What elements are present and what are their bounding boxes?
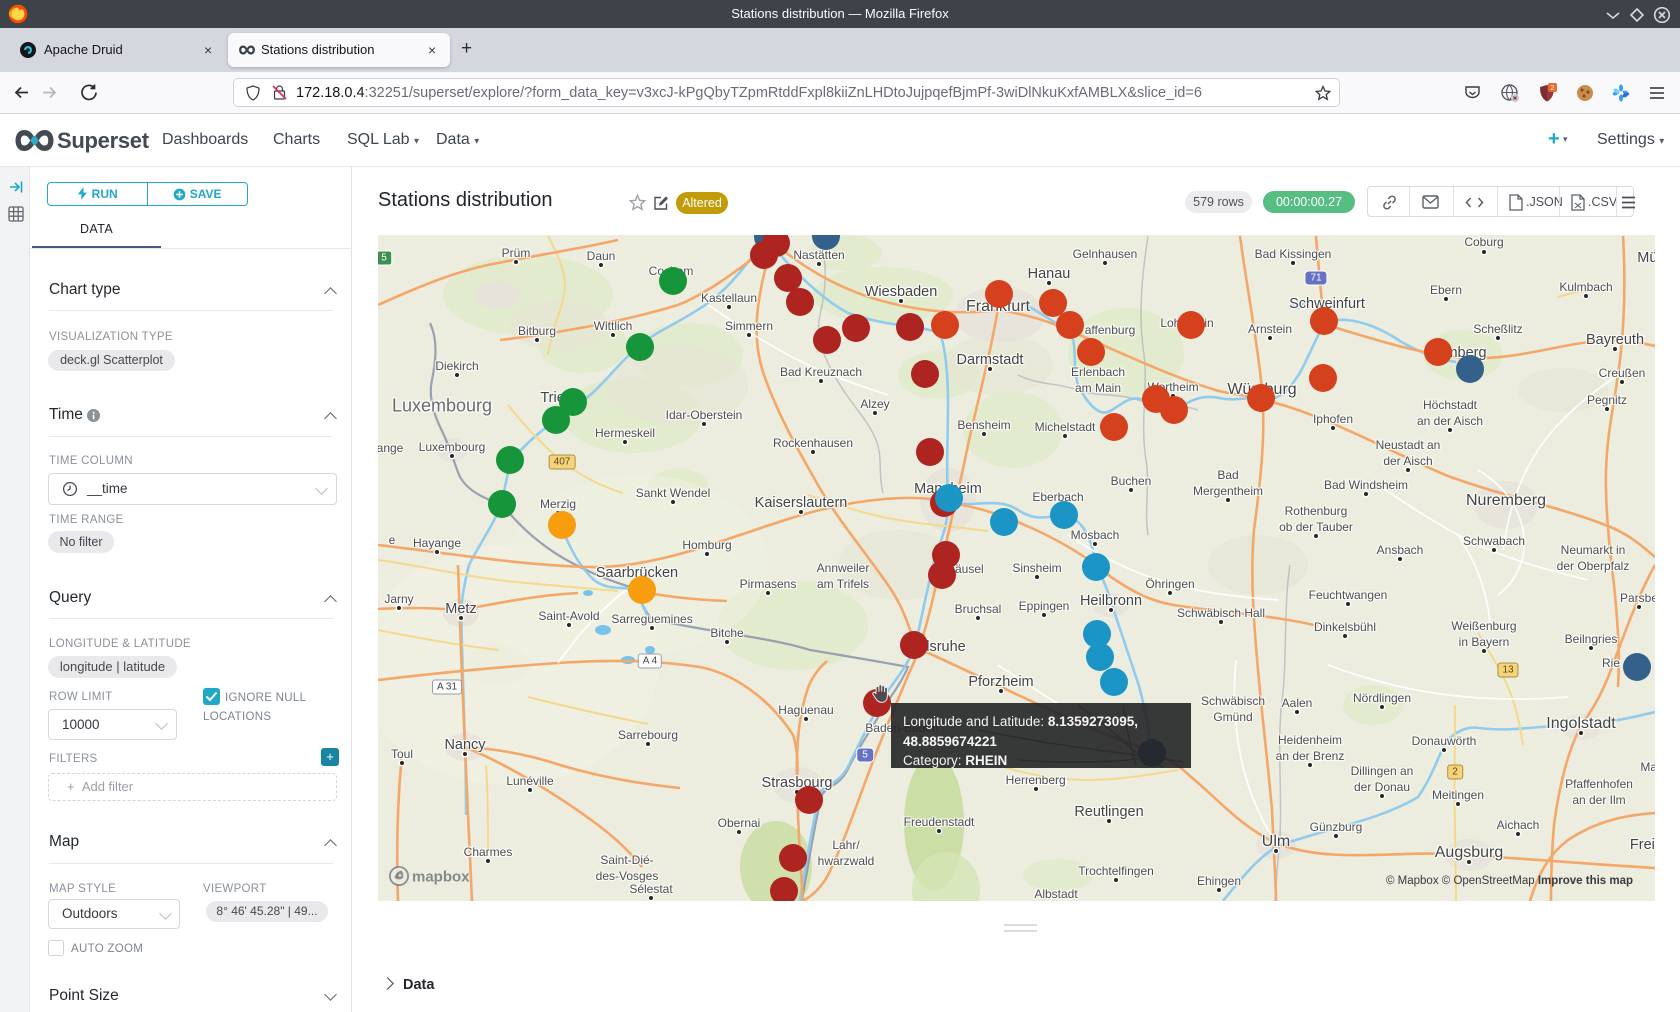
svg-text:mapbox: mapbox — [412, 869, 470, 886]
svg-text:2: 2 — [1550, 83, 1554, 92]
